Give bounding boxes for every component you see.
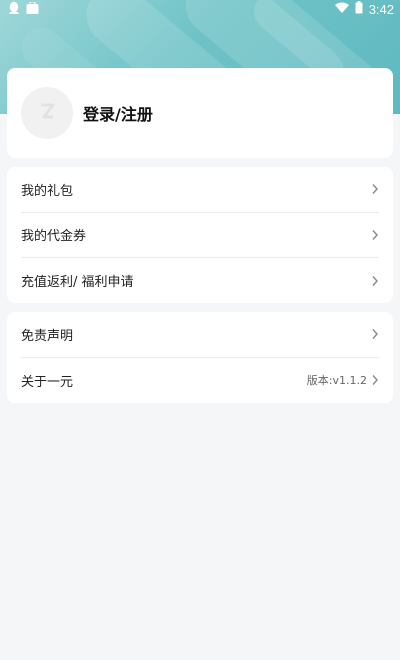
status-bar: 3:42 xyxy=(0,0,400,18)
chevron-right-icon xyxy=(372,375,378,386)
chevron-right-icon xyxy=(372,229,378,240)
avatar-placeholder-icon xyxy=(36,100,58,126)
version-label: 版本:v1.1.2 xyxy=(306,374,367,388)
battery-icon xyxy=(355,1,363,17)
menu-group-1: 我的礼包 我的代金券 充值返利/ 福利申请 xyxy=(7,167,393,303)
chevron-right-icon xyxy=(372,275,378,286)
status-time: 3:42 xyxy=(368,1,394,17)
avatar[interactable] xyxy=(21,87,73,139)
menu-group-2: 免责声明 关于一元 版本:v1.1.2 xyxy=(7,312,393,403)
menu-item-label: 我的代金券 xyxy=(21,229,87,245)
login-card[interactable]: 登录/注册 xyxy=(7,68,393,158)
qq-icon xyxy=(8,1,20,17)
login-register-label[interactable]: 登录/注册 xyxy=(83,101,153,125)
menu-item-gift-pack[interactable]: 我的礼包 xyxy=(21,167,379,213)
menu-item-label: 免责声明 xyxy=(21,328,74,344)
menu-item-vouchers[interactable]: 我的代金券 xyxy=(21,213,379,258)
chevron-right-icon xyxy=(372,329,378,340)
menu-item-recharge-rebate[interactable]: 充值返利/ 福利申请 xyxy=(21,258,379,304)
chevron-right-icon xyxy=(372,184,378,195)
wifi-icon xyxy=(334,2,349,16)
menu-item-label: 关于一元 xyxy=(21,374,74,390)
menu-item-disclaimer[interactable]: 免责声明 xyxy=(21,312,379,358)
bag-icon xyxy=(26,1,39,17)
menu-item-label: 我的礼包 xyxy=(21,183,74,199)
menu-item-about[interactable]: 关于一元 版本:v1.1.2 xyxy=(21,358,379,404)
menu-item-label: 充值返利/ 福利申请 xyxy=(21,275,134,291)
